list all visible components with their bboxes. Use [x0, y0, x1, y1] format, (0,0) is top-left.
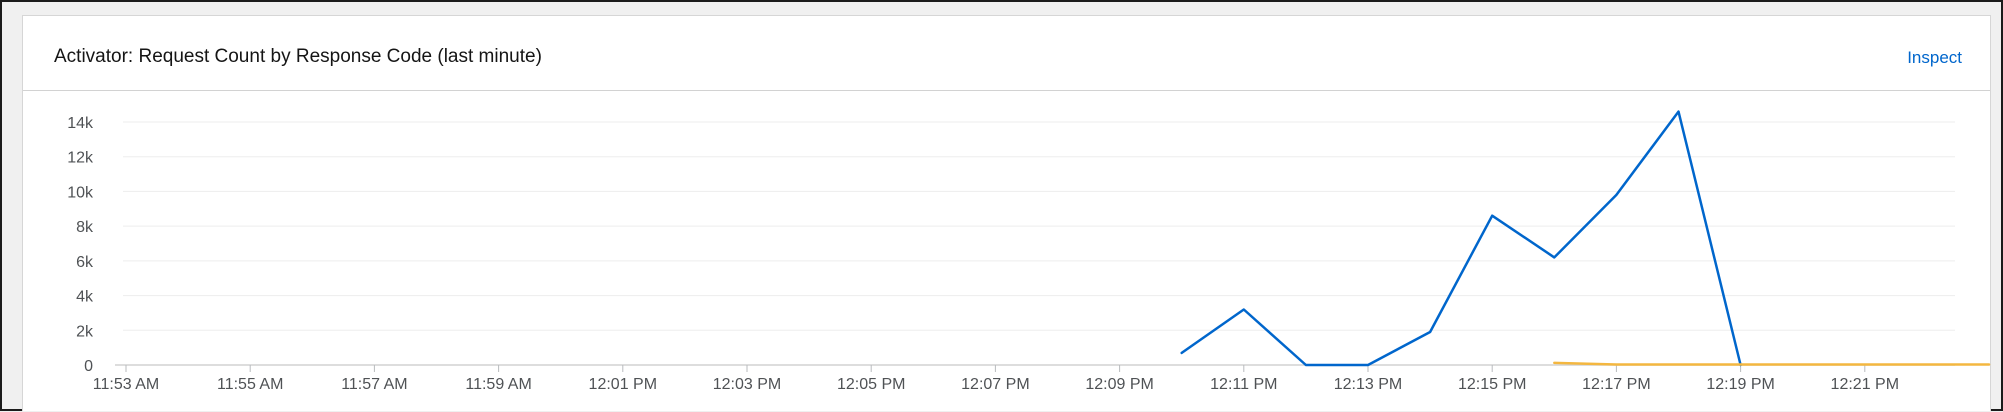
x-tick-label: 12:17 PM: [1582, 376, 1650, 393]
chart-card: Activator: Request Count by Response Cod…: [22, 15, 1991, 411]
x-tick-label: 12:13 PM: [1334, 376, 1402, 393]
x-axis-labels: 11:53 AM 11:55 AM 11:57 AM 11:59 AM 12:01 PM…: [93, 376, 1899, 393]
y-tick-label: 4k: [76, 289, 94, 306]
series-lines: [1180, 110, 1991, 367]
x-tick-label: 11:53 AM: [93, 376, 159, 393]
x-tick-label: 12:15 PM: [1458, 376, 1526, 393]
y-tick-label: 6k: [76, 254, 94, 271]
x-tick-label: 12:19 PM: [1706, 376, 1774, 393]
x-tick-label: 11:57 AM: [341, 376, 407, 393]
y-tick-label: 14k: [67, 115, 94, 132]
y-tick-label: 8k: [76, 219, 94, 236]
grid-lines: [123, 121, 1955, 331]
series-line: [1180, 110, 1742, 367]
x-tick-label: 12:11 PM: [1210, 376, 1277, 393]
y-tick-label: 12k: [67, 150, 94, 167]
x-tick-label: 11:55 AM: [217, 376, 283, 393]
x-tick-label: 12:01 PM: [589, 376, 657, 393]
y-tick-label: 2k: [76, 323, 94, 340]
x-tick-label: 12:21 PM: [1831, 376, 1899, 393]
x-tick-label: 12:03 PM: [713, 376, 781, 393]
x-tick-label: 12:07 PM: [961, 376, 1029, 393]
x-tick-label: 12:05 PM: [837, 376, 905, 393]
x-axis: [115, 364, 1955, 372]
line-chart: 0 2k 4k 6k 8k 10k 12k 14k 11:53 AM 11:55 AM 11:57…: [67, 110, 1991, 393]
window-frame: Activator: Request Count by Response Cod…: [0, 0, 2003, 411]
y-tick-label: 10k: [67, 184, 94, 201]
y-tick-label: 0: [84, 358, 93, 375]
x-tick-label: 11:59 AM: [465, 376, 531, 393]
x-tick-label: 12:09 PM: [1085, 376, 1153, 393]
series-line: [1553, 361, 1991, 366]
y-axis-labels: 0 2k 4k 6k 8k 10k 12k 14k: [67, 115, 94, 375]
